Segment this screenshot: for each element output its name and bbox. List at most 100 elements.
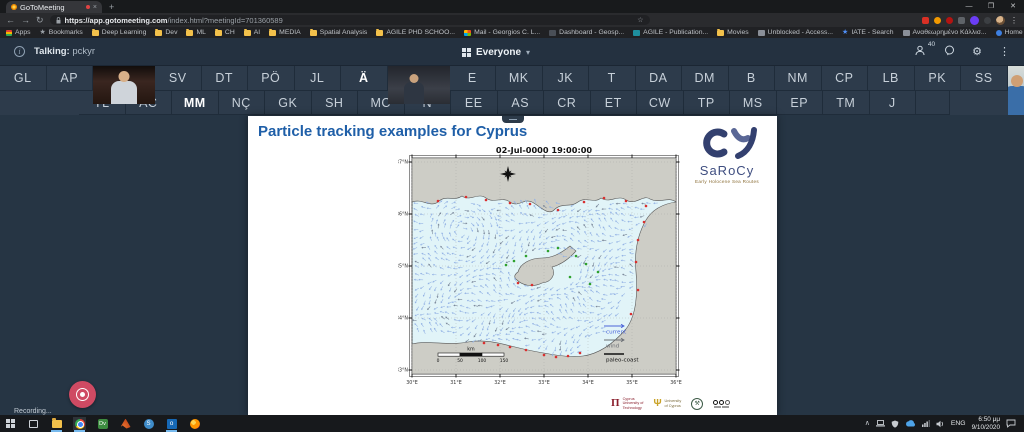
participant-tile-GL[interactable]: GL — [0, 66, 47, 91]
participant-tile-T[interactable]: T — [589, 66, 636, 91]
participant-tile-Ä[interactable]: Ä — [341, 66, 388, 91]
bookmark-item[interactable]: Deep Learning — [92, 29, 147, 36]
participant-video-webcam-2[interactable] — [388, 66, 450, 104]
bookmark-item[interactable]: Home | Open Data... — [996, 29, 1024, 36]
action-center-icon[interactable] — [1006, 419, 1016, 428]
bookmark-item[interactable]: Movies — [717, 29, 749, 36]
bookmark-item[interactable]: ★IATE - Search — [842, 29, 893, 36]
participant-tile-CR[interactable]: CR — [544, 91, 591, 115]
participant-tile-MK[interactable]: MK — [496, 66, 543, 91]
participant-tile-NÇ[interactable]: NÇ — [219, 91, 266, 115]
reload-button[interactable]: ↻ — [36, 15, 44, 26]
extension-icon[interactable] — [970, 16, 979, 25]
participant-tile-AP[interactable]: AP — [47, 66, 94, 91]
bookmark-item[interactable]: Dev — [155, 29, 177, 36]
bookmark-item[interactable]: Spatial Analysis — [310, 29, 368, 36]
clock[interactable]: 6:50 μμ 9/10/2020 — [972, 416, 1000, 432]
participant-video-webcam-1[interactable] — [93, 66, 155, 104]
bookmark-item[interactable]: Αναθεωρημένο Κάλλισ... — [903, 29, 987, 36]
start-button[interactable] — [4, 417, 17, 430]
speaker-icon[interactable] — [936, 420, 945, 428]
participant-tile-CW[interactable]: CW — [637, 91, 684, 115]
participant-tile-SV[interactable]: SV — [155, 66, 202, 91]
bookmark-item[interactable]: CH — [215, 29, 235, 36]
browser-menu-icon[interactable]: ⋮ — [1010, 16, 1018, 25]
attendees-button[interactable]: 40 — [915, 45, 927, 59]
info-icon[interactable]: i — [14, 46, 25, 57]
task-view-button[interactable] — [27, 417, 40, 430]
bookmark-item[interactable]: AGILE PHD SCHOO... — [376, 29, 455, 36]
file-explorer-button[interactable] — [50, 417, 63, 430]
address-bar[interactable]: https://app.gotomeeting.com/index.html?m… — [50, 15, 650, 25]
participant-tile-TM[interactable]: TM — [823, 91, 870, 115]
participant-tile-EP[interactable]: EP — [777, 91, 824, 115]
bookmark-item[interactable]: Dashboard - Geosp... — [549, 29, 624, 36]
participant-tile-EE[interactable]: EE — [451, 91, 498, 115]
participant-video-webcam-3[interactable] — [1008, 66, 1024, 115]
participant-tile-NM[interactable]: NM — [775, 66, 822, 91]
participant-tile-J[interactable]: J — [870, 91, 917, 115]
firefox-button[interactable] — [188, 417, 201, 430]
extension-icon[interactable] — [946, 17, 953, 24]
new-tab-button[interactable]: + — [109, 2, 114, 12]
network-signal-icon[interactable] — [922, 420, 930, 427]
participant-tile-PÖ[interactable]: PÖ — [248, 66, 295, 91]
share-overlay-notch[interactable] — [502, 116, 524, 123]
browser-tab-gotomeeting[interactable]: GoToMeeting × — [6, 1, 102, 13]
bookmark-item[interactable]: ★Bookmarks — [40, 29, 83, 36]
bookmark-item[interactable]: Apps — [6, 29, 31, 36]
onedrive-cloud-icon[interactable] — [905, 420, 916, 427]
participant-tile-AS[interactable]: AS — [498, 91, 545, 115]
forward-button[interactable]: → — [21, 15, 30, 25]
extension-icon[interactable] — [958, 17, 965, 24]
extension-icon[interactable] — [934, 17, 941, 24]
participant-tile-DM[interactable]: DM — [682, 66, 729, 91]
bookmark-item[interactable]: MEDIA — [269, 29, 301, 36]
language-indicator[interactable]: ENG — [951, 420, 966, 427]
participant-tile-SS[interactable]: SS — [961, 66, 1008, 91]
participant-tile-JK[interactable]: JK — [543, 66, 590, 91]
chat-button[interactable] — [944, 45, 955, 59]
participant-tile-PK[interactable]: PK — [915, 66, 962, 91]
maximize-button[interactable]: ❐ — [980, 0, 1002, 13]
audience-selector[interactable]: Everyone ▾ — [462, 38, 530, 66]
chrome-button[interactable] — [73, 417, 86, 430]
recording-button[interactable] — [69, 381, 96, 408]
participant-tile-MM[interactable]: MM — [172, 91, 219, 115]
security-shield-icon[interactable] — [891, 420, 899, 428]
participant-tile-GK[interactable]: GK — [265, 91, 312, 115]
participant-tile-MS[interactable]: MS — [730, 91, 777, 115]
extension-icon[interactable] — [922, 17, 929, 24]
participant-tile-B[interactable]: B — [729, 66, 776, 91]
matlab-button[interactable] — [119, 417, 132, 430]
close-button[interactable]: ✕ — [1002, 0, 1024, 13]
settings-button[interactable]: ⚙ — [972, 45, 982, 58]
bookmark-item[interactable]: AGILE - Publication... — [633, 29, 708, 36]
bookmark-item[interactable]: Unblocked - Access... — [758, 29, 833, 36]
back-button[interactable]: ← — [6, 15, 15, 25]
participant-tile-DT[interactable]: DT — [202, 66, 249, 91]
tray-expand-button[interactable]: ∧ — [865, 420, 870, 427]
outlook-button[interactable]: o — [165, 417, 178, 430]
participant-tile-TP[interactable]: TP — [684, 91, 731, 115]
bookmark-item[interactable]: AI — [244, 29, 260, 36]
participant-tile-LB[interactable]: LB — [868, 66, 915, 91]
participant-tile-E[interactable]: E — [450, 66, 497, 91]
participant-tile-CP[interactable]: CP — [822, 66, 869, 91]
participant-tile-SH[interactable]: SH — [312, 91, 359, 115]
participant-tile-DA[interactable]: DA — [636, 66, 683, 91]
bookmark-star-icon[interactable]: ☆ — [637, 16, 643, 24]
participant-tile-ET[interactable]: ET — [591, 91, 638, 115]
skype-button[interactable]: S — [142, 417, 155, 430]
profile-avatar[interactable] — [996, 16, 1005, 25]
dv-app-button[interactable]: Dv — [96, 417, 109, 430]
participant-tile-JL[interactable]: JL — [295, 66, 342, 91]
minimize-button[interactable]: — — [958, 0, 980, 13]
laptop-icon[interactable] — [876, 420, 885, 427]
red-particle-marker — [543, 354, 546, 357]
bookmark-item[interactable]: ML — [186, 29, 205, 36]
extension-icon[interactable] — [984, 17, 991, 24]
gtm-more-menu[interactable]: ⋮ — [999, 45, 1010, 58]
bookmark-item[interactable]: Mail - Georgios C. L... — [464, 29, 540, 36]
tab-close-icon[interactable]: × — [93, 4, 97, 11]
